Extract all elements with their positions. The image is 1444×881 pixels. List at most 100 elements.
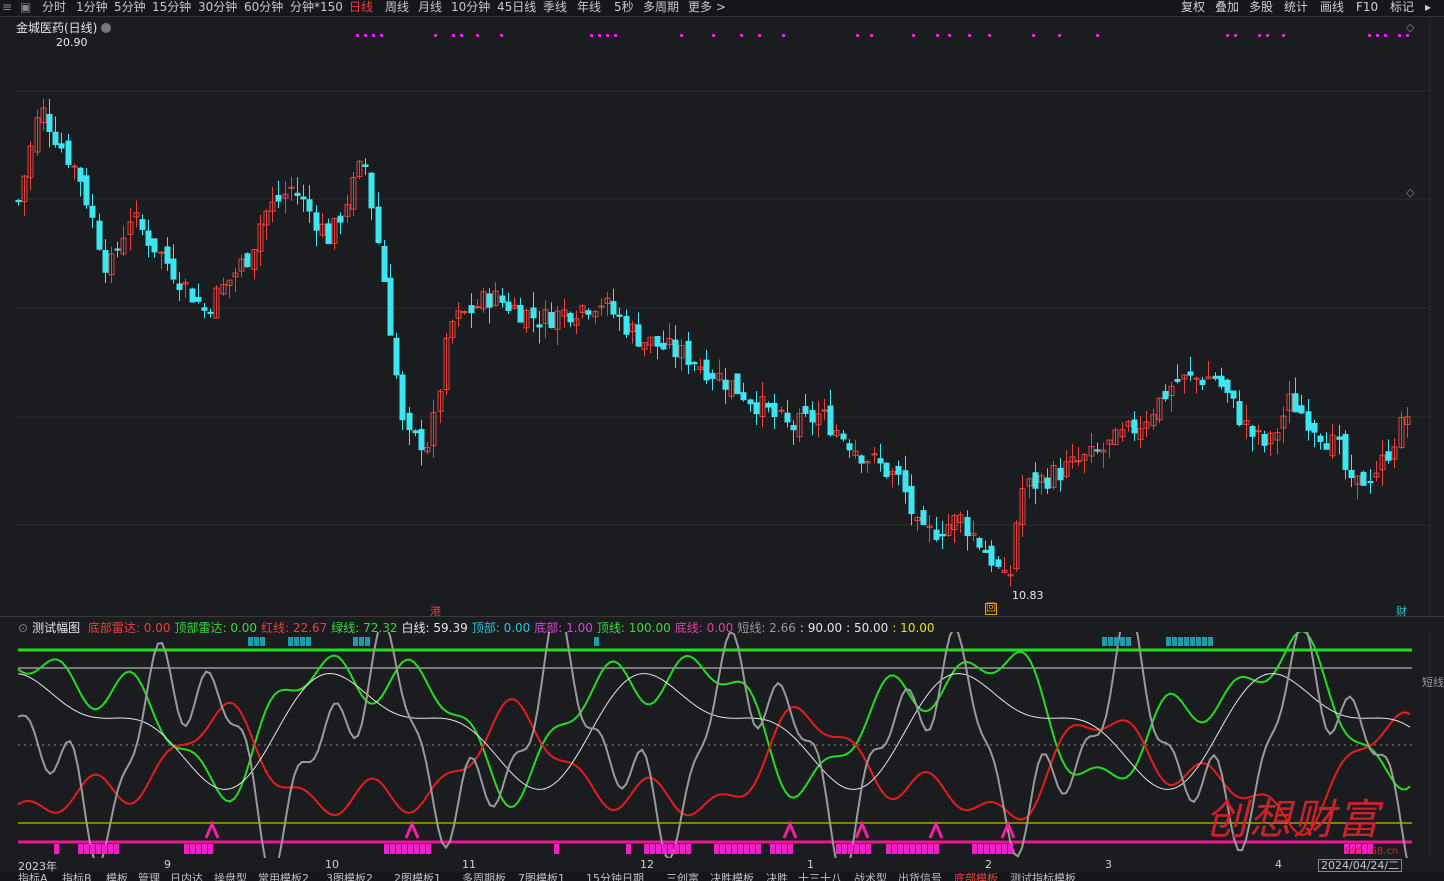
top-signal-5 <box>1202 637 1207 646</box>
signal-dot-7 <box>476 34 479 37</box>
candle-body <box>964 517 971 537</box>
bottom-signal-2 <box>202 844 207 854</box>
bottom-signal-4 <box>554 844 559 854</box>
candle-body <box>660 342 667 350</box>
bottom-signal-7 <box>714 844 719 854</box>
tab-5min[interactable]: 5分钟 <box>114 0 146 15</box>
top-signal-5 <box>1172 637 1177 646</box>
tab-more[interactable]: 更多 > <box>688 0 726 15</box>
template-tab-8[interactable]: 2图模板1 <box>394 872 441 881</box>
tab-30min[interactable]: 30分钟 <box>198 0 237 15</box>
side-arrow-icon[interactable]: ◇ <box>1406 186 1414 199</box>
collapse-icon[interactable]: ◇ <box>1406 21 1414 34</box>
template-tab-2[interactable]: 模板 <box>106 872 128 881</box>
top-signal-4 <box>1114 637 1119 646</box>
draw-line-button[interactable]: 画线 <box>1320 0 1344 15</box>
tab-quarterly[interactable]: 季线 <box>543 0 567 15</box>
candlestick-chart[interactable] <box>0 17 1444 617</box>
scroll-right-icon[interactable]: ▸ <box>1425 0 1431 15</box>
tab-weekly[interactable]: 周线 <box>385 0 409 15</box>
candle-body <box>1249 426 1256 437</box>
template-tab-12[interactable]: 三创富 <box>666 872 699 881</box>
pane-divider[interactable] <box>0 616 1444 617</box>
candle-body <box>1261 434 1268 446</box>
back-marker[interactable]: 回 <box>985 603 997 615</box>
candle-body <box>65 140 72 165</box>
candle-body <box>381 246 388 283</box>
template-tab-9[interactable]: 多周期板 <box>462 872 506 881</box>
bottom-signal-1 <box>114 844 119 854</box>
top-signal-5 <box>1178 637 1183 646</box>
candle-body <box>747 399 754 405</box>
bottom-signal-10 <box>886 844 891 854</box>
template-tab-19[interactable]: 测试指标模板 <box>1010 872 1076 881</box>
template-tab-4[interactable]: 日内达 <box>170 872 203 881</box>
candle-body <box>939 534 946 537</box>
tab-5sec[interactable]: 5秒 <box>614 0 634 15</box>
template-tab-1[interactable]: 指标B <box>62 872 92 881</box>
candle-body <box>1292 393 1299 413</box>
bottom-signal-10 <box>928 844 933 854</box>
candle-body <box>567 313 574 323</box>
candle-body <box>399 374 406 421</box>
x-tick-9: 9 <box>164 858 171 871</box>
tab-10min[interactable]: 10分钟 <box>451 0 490 15</box>
tab-60min[interactable]: 60分钟 <box>244 0 283 15</box>
tab-1min[interactable]: 1分钟 <box>76 0 108 15</box>
signal-dot-35 <box>1384 34 1387 37</box>
bottom-signal-9 <box>848 844 853 854</box>
white-line <box>17 672 1411 790</box>
mark-button[interactable]: 标记 <box>1390 0 1414 15</box>
window-icon[interactable]: ▣ <box>20 0 31 15</box>
spike-4 <box>928 820 944 839</box>
candle-body <box>1212 375 1219 379</box>
candle-body <box>672 339 679 358</box>
tab-min150[interactable]: 分钟*150 <box>290 0 343 15</box>
template-tab-16[interactable]: 战术型 <box>854 872 887 881</box>
candle-body <box>1367 481 1374 484</box>
bottom-signal-6 <box>662 844 667 854</box>
tab-daily[interactable]: 日线 <box>349 0 373 15</box>
bottom-signal-3 <box>390 844 395 854</box>
template-tab-5[interactable]: 操盘型 <box>214 872 247 881</box>
overlay-button[interactable]: 叠加 <box>1215 0 1239 15</box>
signal-dot-31 <box>1266 34 1269 37</box>
template-tab-3[interactable]: 管理 <box>138 872 160 881</box>
candle-body <box>288 186 295 189</box>
template-tab-14[interactable]: 决胜 <box>766 872 788 881</box>
menu-icon[interactable]: ≡ <box>2 0 12 15</box>
candle-body <box>412 430 419 434</box>
template-tab-0[interactable]: 指标A <box>18 872 48 881</box>
signal-dot-8 <box>500 34 503 37</box>
bottom-signal-3 <box>414 844 419 854</box>
f10-button[interactable]: F10 <box>1356 0 1378 15</box>
candle-body <box>1336 436 1343 440</box>
candle-body <box>418 429 425 451</box>
signal-dot-18 <box>856 34 859 37</box>
tab-fenshi[interactable]: 分时 <box>42 0 66 15</box>
template-tab-11[interactable]: 15分钟日期 <box>586 872 644 881</box>
tab-yearly[interactable]: 年线 <box>577 0 601 15</box>
stats-button[interactable]: 统计 <box>1284 0 1308 15</box>
candle-body <box>933 529 940 540</box>
signal-dot-37 <box>1406 34 1409 37</box>
template-tab-13[interactable]: 决胜模板 <box>710 872 754 881</box>
multi-stock-button[interactable]: 多股 <box>1249 0 1273 15</box>
template-tab-15[interactable]: 十三十八 <box>798 872 842 881</box>
tab-15min[interactable]: 15分钟 <box>152 0 191 15</box>
x-tick-11: 11 <box>462 858 476 871</box>
candle-body <box>548 312 555 328</box>
template-tab-10[interactable]: 7图模板1 <box>518 872 565 881</box>
fuquan-button[interactable]: 复权 <box>1181 0 1205 15</box>
tab-monthly[interactable]: 月线 <box>418 0 442 15</box>
candle-body <box>902 470 909 493</box>
candle-body <box>468 305 475 314</box>
tab-45day[interactable]: 45日线 <box>497 0 536 15</box>
spike-0 <box>204 820 220 839</box>
template-tab-17[interactable]: 出货信号 <box>898 872 942 881</box>
tab-multi-period[interactable]: 多周期 <box>643 0 679 15</box>
template-tab-6[interactable]: 常用模板2 <box>258 872 309 881</box>
template-tab-7[interactable]: 3图模板2 <box>326 872 373 881</box>
template-tab-18[interactable]: 底部模板 <box>954 872 998 881</box>
candle-body <box>1057 467 1064 481</box>
